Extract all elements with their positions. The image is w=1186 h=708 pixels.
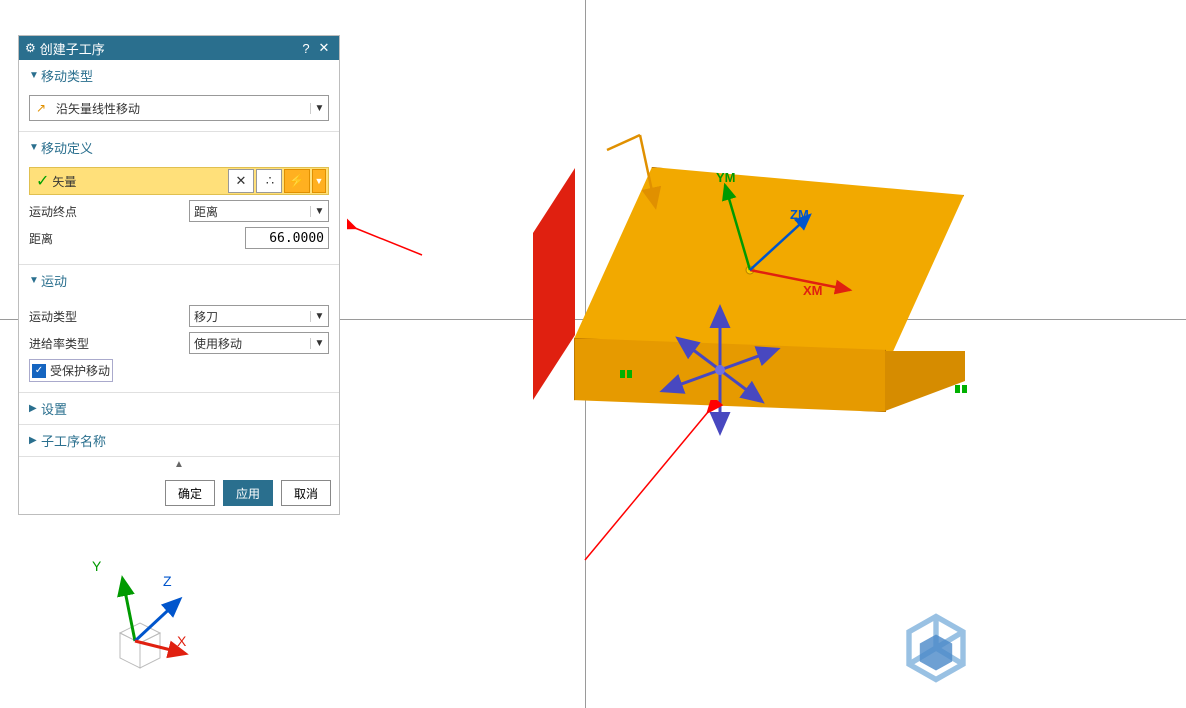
caret-down-icon: ▼ xyxy=(29,275,41,286)
distance-input[interactable] xyxy=(245,227,329,249)
vector-auto-menu-button[interactable]: ▼ xyxy=(312,169,326,193)
cancel-button[interactable]: 取消 xyxy=(281,480,331,506)
help-button[interactable]: ? xyxy=(297,41,315,56)
collapse-handle[interactable]: ▲ xyxy=(19,457,339,472)
green-marker-right xyxy=(955,385,967,393)
chevron-down-icon: ▼ xyxy=(310,103,328,114)
linear-move-icon: ↗ xyxy=(30,101,52,115)
create-subop-panel: ⚙ 创建子工序 ? ✕ ▼ 移动类型 ↗ 沿矢量线性移动 ▼ ▼ 移动定义 ✓ … xyxy=(18,35,340,515)
move-type-dropdown[interactable]: ↗ 沿矢量线性移动 ▼ xyxy=(29,95,329,121)
distance-label: 距离 xyxy=(29,230,189,247)
feedrate-type-label: 进给率类型 xyxy=(29,335,189,352)
feedrate-type-dropdown[interactable]: 使用移动 ▼ xyxy=(189,332,329,354)
motion-type-dropdown[interactable]: 移刀 ▼ xyxy=(189,305,329,327)
protected-move-checkbox[interactable]: ✓ 受保护移动 xyxy=(29,359,113,382)
app-logo-icon xyxy=(891,603,981,693)
caret-down-icon: ▼ xyxy=(29,70,41,81)
triad-x-label: X xyxy=(177,633,186,649)
ym-label: YM xyxy=(716,170,736,185)
annotation-arrow-2 xyxy=(580,400,730,570)
panel-title: 创建子工序 xyxy=(40,39,297,58)
chevron-down-icon: ▼ xyxy=(310,311,328,322)
chevron-down-icon: ▼ xyxy=(310,338,328,349)
caret-down-icon: ▼ xyxy=(29,142,41,153)
triad-z-label: Z xyxy=(163,573,172,589)
caret-right-icon: ▶ xyxy=(29,435,41,446)
green-marker-left xyxy=(620,370,632,378)
tool-vector-arrow xyxy=(595,130,685,220)
apply-button[interactable]: 应用 xyxy=(223,480,273,506)
endpoint-label: 运动终点 xyxy=(29,203,189,220)
triad-y-label: Y xyxy=(92,558,101,574)
xm-label: XM xyxy=(803,283,823,298)
ok-button[interactable]: 确定 xyxy=(165,480,215,506)
checkbox-checked-icon: ✓ xyxy=(32,364,46,378)
gear-icon: ⚙ xyxy=(25,41,36,55)
view-triad[interactable]: Y Z X xyxy=(85,563,205,683)
annotation-arrow-1 xyxy=(347,210,427,260)
caret-right-icon: ▶ xyxy=(29,403,41,414)
zm-label: ZM xyxy=(790,207,809,222)
motion-type-label: 运动类型 xyxy=(29,308,189,325)
csys-arrows xyxy=(655,175,875,305)
endpoint-dropdown[interactable]: 距离 ▼ xyxy=(189,200,329,222)
section-subop-name-header[interactable]: ▶ 子工序名称 xyxy=(19,425,339,456)
vector-mode-1-button[interactable]: ✕ xyxy=(228,169,254,193)
section-motion-header[interactable]: ▼ 运动 xyxy=(19,265,339,296)
vector-selector-row[interactable]: ✓ 矢量 ✕ ∴ ⚡ ▼ xyxy=(29,167,329,195)
vector-mode-2-button[interactable]: ∴ xyxy=(256,169,282,193)
section-settings-header[interactable]: ▶ 设置 xyxy=(19,393,339,424)
close-button[interactable]: ✕ xyxy=(315,40,333,56)
panel-titlebar[interactable]: ⚙ 创建子工序 ? ✕ xyxy=(19,36,339,60)
chevron-down-icon: ▼ xyxy=(310,206,328,217)
check-icon: ✓ xyxy=(36,171,49,191)
section-move-type-header[interactable]: ▼ 移动类型 xyxy=(19,60,339,91)
vector-auto-button[interactable]: ⚡ xyxy=(284,169,310,193)
section-move-def-header[interactable]: ▼ 移动定义 xyxy=(19,132,339,163)
